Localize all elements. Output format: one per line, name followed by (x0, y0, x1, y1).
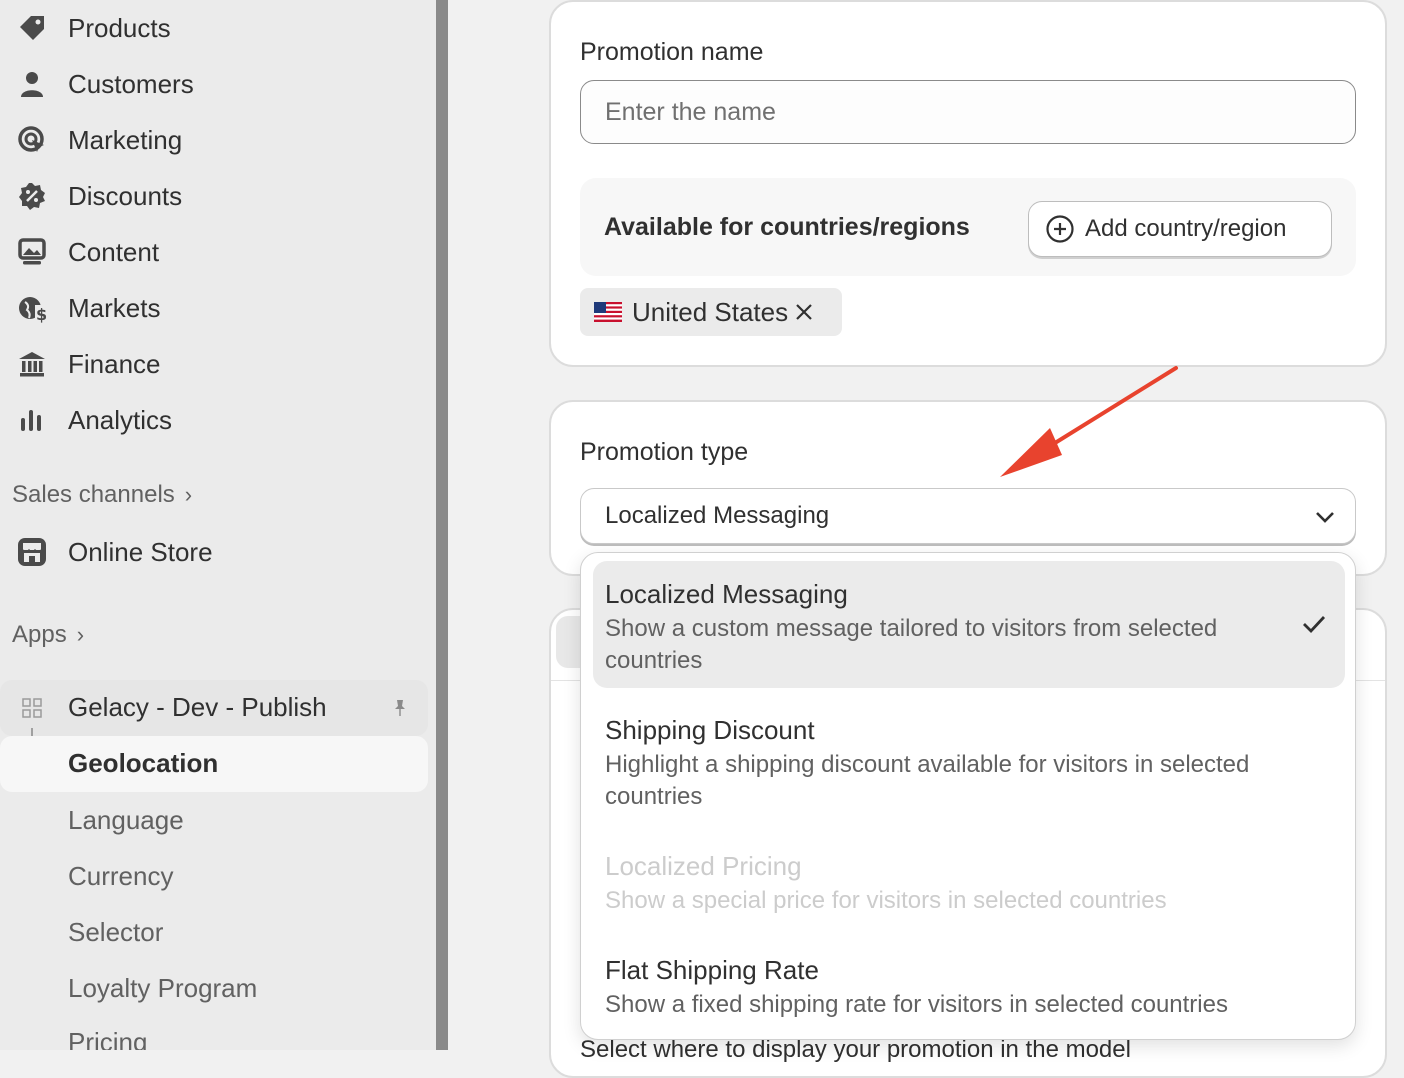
chevron-down-icon (1313, 507, 1337, 527)
nav-label: Discounts (68, 180, 183, 211)
sales-channels-header[interactable]: Sales channels › (12, 481, 192, 509)
store-icon (16, 536, 48, 568)
nav-analytics[interactable]: Analytics (0, 392, 428, 448)
promotion-type-label: Promotion type (580, 438, 749, 466)
sales-channels-label: Sales channels (12, 481, 175, 508)
nav-label: Analytics (68, 404, 173, 435)
globe-icon: $ (16, 292, 48, 324)
image-icon (16, 236, 48, 268)
app-subitem-loyalty[interactable]: Loyalty Program (68, 973, 257, 1004)
nav-customers[interactable]: Customers (0, 56, 428, 112)
target-icon (16, 124, 48, 156)
chevron-right-icon: › (76, 622, 85, 647)
option-title: Localized Pricing (605, 851, 802, 881)
app-item-gelacy[interactable]: Gelacy - Dev - Publish (0, 680, 428, 736)
plus-circle-icon (1045, 214, 1075, 244)
close-icon[interactable] (794, 302, 814, 322)
app-subitem-pricing[interactable]: Pricing (68, 1027, 147, 1050)
chevron-right-icon: › (184, 482, 193, 507)
app-name: Gelacy - Dev - Publish (68, 692, 327, 722)
nav-label: Marketing (68, 124, 183, 155)
option-description: Show a fixed shipping rate for visitors … (605, 991, 1228, 1018)
nav-marketing[interactable]: Marketing (0, 112, 428, 168)
nav-label: Content (68, 236, 160, 267)
nav-finance[interactable]: Finance (0, 336, 428, 392)
nav-label: Finance (68, 348, 161, 379)
app-subitem-currency[interactable]: Currency (68, 861, 173, 892)
option-description: Show a custom message tailored to visito… (605, 615, 1218, 674)
option-shipping-discount[interactable]: Shipping Discount Highlight a shipping d… (593, 697, 1345, 824)
sidebar: Products Customers Marketing Discounts C… (0, 0, 436, 1050)
app-subitem-geolocation[interactable]: Geolocation (0, 736, 428, 792)
promotion-type-dropdown: Localized Messaging Show a custom messag… (580, 552, 1356, 1040)
display-location-hint: Select where to display your promotion i… (580, 1036, 1131, 1063)
option-title: Flat Shipping Rate (605, 955, 819, 985)
checkmark-icon (1301, 613, 1327, 635)
apps-grid-icon (22, 698, 42, 723)
option-title: Shipping Discount (605, 715, 815, 745)
option-localized-messaging[interactable]: Localized Messaging Show a custom messag… (593, 561, 1345, 688)
promotion-name-input[interactable] (580, 80, 1356, 144)
us-flag-icon (594, 302, 622, 322)
apps-label: Apps (12, 621, 67, 648)
app-subitem-language[interactable]: Language (68, 805, 184, 836)
country-chip-label: United States (632, 296, 789, 327)
annotation-arrow-icon (1000, 366, 1178, 477)
tag-icon (16, 12, 48, 44)
add-country-label: Add country/region (1085, 215, 1287, 242)
svg-text:$: $ (36, 305, 47, 323)
person-icon (16, 68, 48, 100)
bank-icon (16, 348, 48, 380)
nav-markets[interactable]: $ Markets (0, 280, 428, 336)
promotion-type-select[interactable]: Localized Messaging (580, 488, 1356, 544)
promotion-name-label: Promotion name (580, 38, 764, 66)
apps-header[interactable]: Apps › (12, 621, 84, 649)
available-countries-label: Available for countries/regions (604, 213, 970, 241)
add-country-button[interactable]: Add country/region (1028, 201, 1332, 257)
option-description: Highlight a shipping discount available … (605, 751, 1250, 810)
bar-chart-icon (16, 404, 48, 436)
option-description: Show a special price for visitors in sel… (605, 887, 1167, 914)
nav-label: Products (68, 12, 171, 43)
option-title: Localized Messaging (605, 579, 848, 609)
nav-discounts[interactable]: Discounts (0, 168, 428, 224)
subitem-label: Geolocation (68, 748, 219, 778)
nav-products[interactable]: Products (0, 0, 428, 56)
nav-label: Online Store (68, 536, 213, 567)
discount-icon (16, 180, 48, 212)
pin-icon[interactable] (391, 698, 409, 723)
nav-online-store[interactable]: Online Store (0, 524, 428, 580)
country-chip: United States (580, 288, 842, 336)
nav-label: Markets (68, 292, 161, 323)
app-subitem-selector[interactable]: Selector (68, 917, 163, 948)
promotion-type-value: Localized Messaging (605, 502, 830, 529)
option-flat-shipping-rate[interactable]: Flat Shipping Rate Show a fixed shipping… (593, 945, 1345, 1025)
sidebar-scrollbar[interactable] (436, 0, 448, 1050)
nav-content[interactable]: Content (0, 224, 428, 280)
nav-label: Customers (68, 68, 194, 99)
option-localized-pricing: Localized Pricing Show a special price f… (593, 841, 1345, 921)
